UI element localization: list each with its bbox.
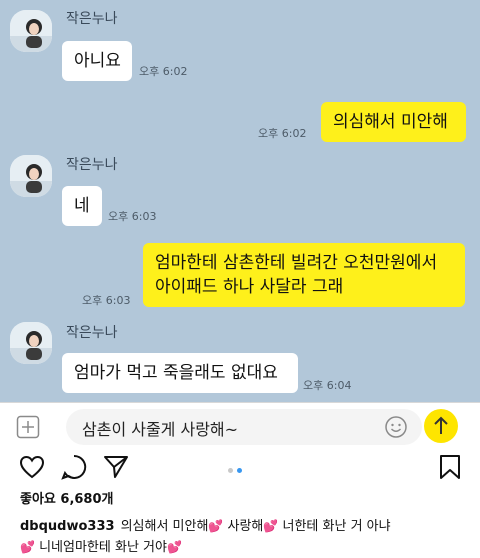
- avatar-photo: [10, 10, 52, 52]
- message-text: 의심해서 미안해: [333, 112, 448, 132]
- sender-avatar[interactable]: [10, 322, 52, 364]
- sender-name: 작은누나: [66, 11, 118, 27]
- message-time: 오후 6:02: [139, 65, 188, 78]
- message-text: 네: [74, 196, 90, 216]
- post-username[interactable]: dbqudwo333: [20, 519, 115, 534]
- heart-icon[interactable]: [18, 453, 46, 481]
- message-bubble-outgoing[interactable]: 의심해서 미안해: [321, 102, 466, 142]
- caption-text: 니네엄마한테 화난 거야: [39, 540, 167, 555]
- message-input[interactable]: 삼촌이 사줄게 사랑해~: [66, 409, 422, 445]
- caption-text: 의심해서 미안해: [120, 519, 209, 534]
- send-arrow-icon: [434, 416, 448, 434]
- message-time: 오후 6:03: [82, 294, 131, 307]
- plus-icon[interactable]: [16, 415, 40, 439]
- message-bubble-incoming[interactable]: 엄마가 먹고 죽을래도 없대요: [62, 353, 298, 393]
- message-text: 엄마가 먹고 죽을래도 없대요: [74, 363, 278, 383]
- instagram-post-footer: 좋아요 6,680개 dbqudwo333 의심해서 미안해💕 사랑해💕 너한테 …: [0, 450, 480, 558]
- heart-emoji: 💕: [166, 540, 182, 554]
- message-time: 오후 6:03: [108, 210, 157, 223]
- carousel-indicator: [228, 458, 246, 477]
- comment-icon[interactable]: [60, 453, 88, 481]
- avatar-photo: [10, 155, 52, 197]
- carousel-dot: [228, 468, 233, 473]
- sender-name: 작은누나: [66, 325, 118, 341]
- sender-name: 작은누나: [66, 157, 118, 173]
- bookmark-icon[interactable]: [436, 453, 464, 481]
- share-icon[interactable]: [102, 453, 130, 481]
- carousel-dot-active: [237, 468, 242, 473]
- message-bubble-outgoing[interactable]: 엄마한테 삼촌한테 빌려간 오천만원에서 아이패드 하나 사달라 그래: [143, 243, 465, 307]
- message-text: 아니요: [74, 51, 121, 71]
- message-time: 오후 6:02: [258, 127, 307, 140]
- sender-avatar[interactable]: [10, 155, 52, 197]
- message-bubble-incoming[interactable]: 아니요: [62, 41, 132, 81]
- caption-text: 사랑해: [227, 519, 264, 534]
- caption-text: 너한테 화난 거 아냐: [282, 519, 391, 534]
- post-caption: dbqudwo333 의심해서 미안해💕 사랑해💕 너한테 화난 거 아냐 💕 니…: [20, 516, 470, 558]
- heart-emoji: 💕: [263, 519, 279, 533]
- message-time: 오후 6:04: [303, 379, 352, 392]
- emoji-icon[interactable]: [384, 415, 408, 439]
- heart-emoji: 💕: [208, 519, 224, 533]
- send-button[interactable]: [424, 409, 458, 443]
- avatar-photo: [10, 322, 52, 364]
- message-text-line: 아이패드 하나 사달라 그래: [155, 277, 344, 297]
- like-count: 좋아요 6,680개: [20, 492, 114, 507]
- message-input-bar: 삼촌이 사줄게 사랑해~: [0, 402, 480, 451]
- message-bubble-incoming[interactable]: 네: [62, 186, 102, 226]
- sender-avatar[interactable]: [10, 10, 52, 52]
- chat-area[interactable]: 작은누나 아니요 오후 6:02 오후 6:02 의심해서 미안해 작은누나 네…: [0, 0, 480, 402]
- heart-emoji: 💕: [20, 540, 35, 554]
- message-draft-text: 삼촌이 사줄게 사랑해~: [82, 420, 239, 439]
- message-text-line: 엄마한테 삼촌한테 빌려간 오천만원에서: [155, 253, 438, 273]
